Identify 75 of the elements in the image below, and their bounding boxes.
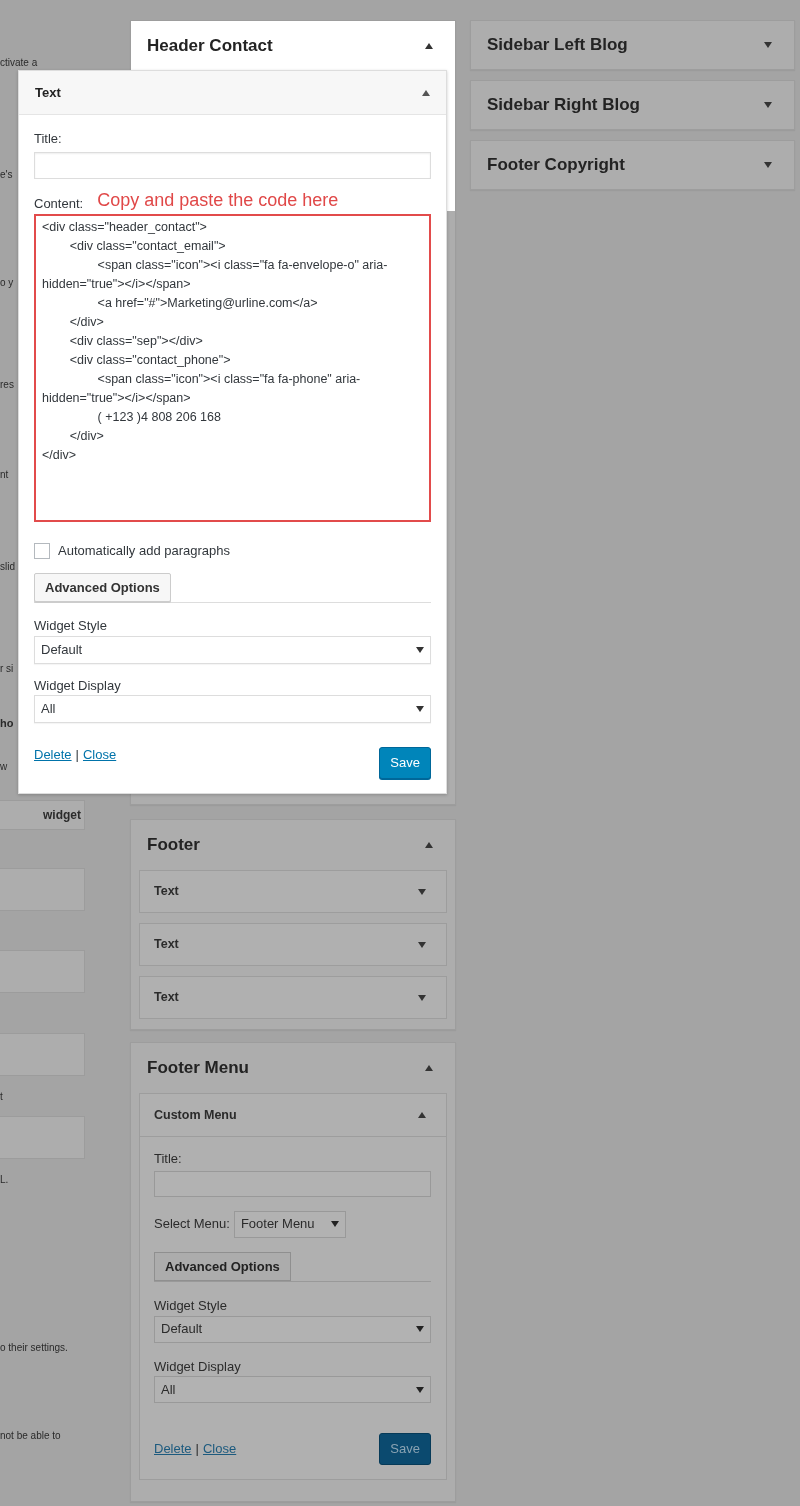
save-button[interactable]: Save	[379, 1433, 431, 1465]
content-field[interactable]: <div class="header_contact"> <div class="contact_email"> <span class="icon"><i class="fa fa-envelope-o" aria-hidden="true"></i></span> <a href="#">Marketing@urline.com</a> </div> <div class="sep"></div> <div class="contact_phone"> <span class="icon"><i class="fa fa-phone" aria-hidden="true"></i></span> ( +123 )4 808 206 168 </div> </div>	[34, 213, 431, 522]
field-label: Widget Display	[34, 676, 122, 695]
field-label: Widget Display	[154, 1357, 242, 1376]
expand-caret-icon[interactable]	[418, 888, 426, 895]
cut-off-text: o y	[0, 276, 14, 290]
collapse-caret-icon[interactable]	[422, 89, 430, 96]
cut-off-text: w	[0, 760, 8, 774]
widget-area-panel[interactable]: Sidebar Left Blog	[470, 20, 795, 70]
field-label: Content:	[34, 195, 84, 213]
expand-caret-icon[interactable]	[764, 162, 772, 168]
dropdown-caret-icon	[416, 706, 424, 712]
style-select[interactable]: Default	[154, 1315, 431, 1343]
widget-title: Text	[154, 936, 179, 954]
annotation-text: Copy and paste the code here	[97, 188, 339, 212]
delete-link[interactable]: Delete	[34, 745, 72, 765]
link-separator: |	[195, 1440, 199, 1458]
cut-off-text: L.	[0, 1173, 9, 1187]
field-label: Title:	[34, 130, 63, 148]
display-select[interactable]: All	[154, 1376, 431, 1403]
save-button[interactable]: Save	[379, 747, 431, 779]
widget-area-title: Sidebar Left Blog	[487, 34, 628, 57]
widget-row[interactable]: Text	[139, 870, 447, 913]
expand-caret-icon[interactable]	[418, 994, 426, 1001]
collapse-caret-icon[interactable]	[425, 1065, 433, 1071]
widget-title: Text	[154, 989, 179, 1007]
dropdown-caret-icon	[416, 1386, 424, 1393]
widget-title: Text	[154, 883, 179, 901]
cut-off-text: slid	[0, 560, 15, 574]
field-label: Widget Style	[34, 617, 108, 635]
cut-off-text: e's	[0, 168, 13, 182]
widget-row[interactable]: Text	[139, 923, 447, 966]
delete-link[interactable]: Delete	[154, 1439, 192, 1459]
widget-area-title: Footer Copyright	[487, 154, 625, 177]
close-link[interactable]: Close	[202, 1439, 237, 1459]
close-link[interactable]: Close	[82, 745, 117, 765]
field-label: Widget Style	[154, 1297, 228, 1315]
collapse-caret-icon[interactable]	[418, 1112, 426, 1118]
widget-row[interactable]: Text	[139, 976, 447, 1019]
widget-box[interactable]: widget	[0, 800, 85, 830]
expand-caret-icon[interactable]	[764, 102, 772, 108]
widget-area-title: Sidebar Right Blog	[487, 94, 640, 117]
dropdown-caret-icon	[330, 1221, 339, 1227]
cut-off-heading: ho	[0, 716, 14, 730]
field-label: Select Menu:	[154, 1215, 230, 1234]
advanced-options-button[interactable]: Advanced Options	[34, 572, 171, 602]
menu-select[interactable]: Footer Menu	[233, 1210, 346, 1238]
field-label: Title:	[154, 1150, 183, 1168]
cut-off-text: nt	[0, 468, 9, 482]
cut-off-text: r si	[0, 662, 14, 676]
style-select[interactable]: Default	[34, 635, 431, 664]
cut-off-text: res	[0, 378, 14, 392]
widget-area-title: Footer	[147, 834, 200, 857]
widget-title: Text	[35, 83, 61, 102]
widget-area-title: Header Contact	[147, 35, 273, 58]
checkbox-label: Automatically add paragraphs	[58, 542, 230, 560]
cut-off-text: not be able to	[0, 1429, 61, 1443]
widget-area-panel[interactable]: Sidebar Right Blog	[470, 80, 795, 130]
expand-caret-icon[interactable]	[418, 941, 426, 948]
checkbox[interactable]	[34, 542, 50, 559]
dropdown-caret-icon	[416, 1326, 424, 1332]
collapse-caret-icon[interactable]	[425, 43, 433, 49]
dropdown-caret-icon	[416, 646, 424, 653]
widget-area-title: Footer Menu	[147, 1057, 249, 1080]
widget-title: Custom Menu	[154, 1106, 237, 1124]
cut-off-text: t	[0, 1090, 3, 1104]
link-separator: |	[75, 746, 79, 764]
widget-area-panel[interactable]: Footer Copyright	[470, 140, 795, 190]
expand-caret-icon[interactable]	[764, 42, 772, 48]
display-select[interactable]: All	[34, 695, 431, 723]
cut-off-text: ctivate a	[0, 56, 38, 70]
cut-off-text: o their settings.	[0, 1341, 68, 1355]
advanced-options-button[interactable]: Advanced Options	[154, 1251, 291, 1281]
title-field[interactable]	[154, 1170, 431, 1197]
collapse-caret-icon[interactable]	[425, 842, 433, 848]
